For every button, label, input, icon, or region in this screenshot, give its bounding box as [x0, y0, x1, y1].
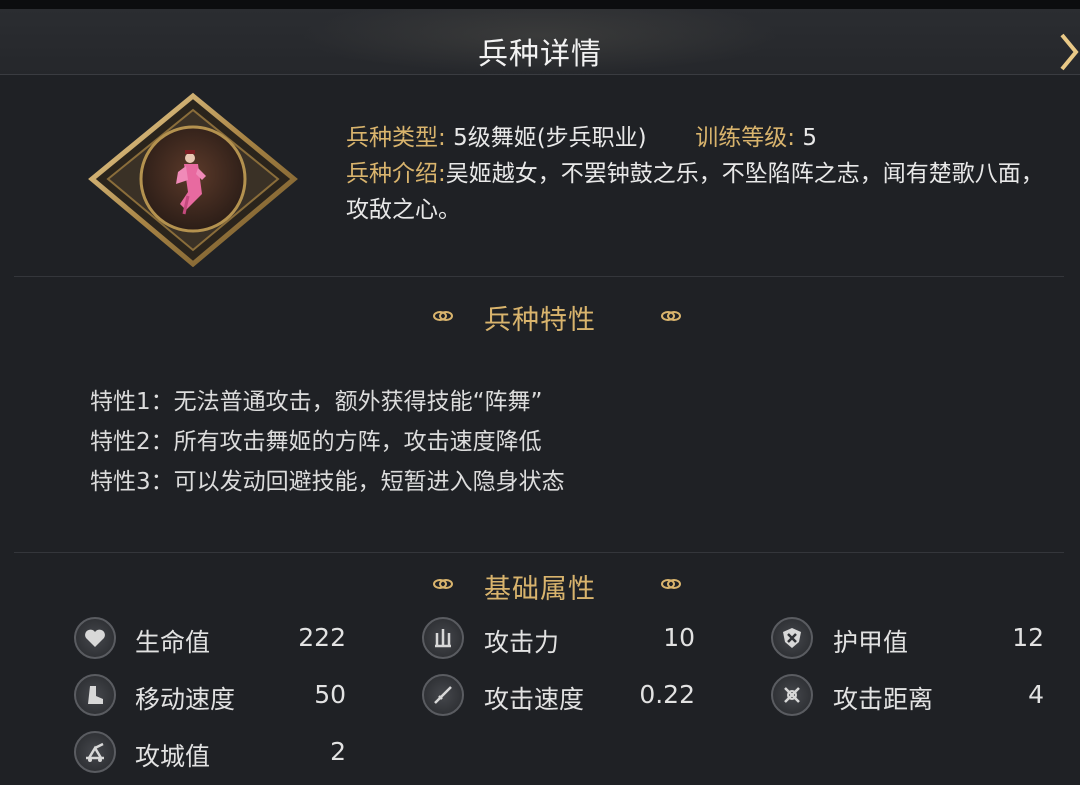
stat-label-hp: 生命值	[135, 628, 211, 657]
close-button[interactable]	[1052, 29, 1080, 75]
unit-intro: 兵种介绍:吴姬越女，不罢钟鼓之乐，不坠陷阵之志，闻有楚歌八面，攻敌之心。	[346, 156, 1056, 228]
unit-intro-label: 兵种介绍:	[346, 161, 446, 187]
header-divider	[0, 74, 1080, 75]
unit-portrait	[88, 92, 298, 268]
unit-type-value: 5级舞姬(步兵职业)	[453, 125, 647, 151]
stat-label-attack: 攻击力	[484, 628, 560, 657]
ornament-icon	[661, 579, 681, 589]
traits-list: 特性1：无法普通攻击，额外获得技能“阵舞” 特性2：所有攻击舞姬的方阵，攻击速度…	[90, 382, 565, 502]
section-divider	[14, 276, 1064, 277]
page-title: 兵种详情	[478, 37, 602, 72]
stat-label-attack-speed: 攻击速度	[484, 685, 585, 714]
stat-value-armor: 12	[1012, 623, 1044, 652]
ornament-icon	[661, 311, 681, 321]
unit-intro-text: 吴姬越女，不罢钟鼓之乐，不坠陷阵之志，闻有楚歌八面，攻敌之心。	[346, 161, 1044, 223]
stat-value-hp: 222	[298, 623, 346, 652]
stat-label-siege: 攻城值	[135, 742, 211, 771]
training-level-value: 5	[802, 125, 817, 151]
boot-icon	[74, 674, 116, 716]
training-level-label: 训练等级:	[695, 125, 796, 151]
unit-type-row: 兵种类型: 5级舞姬(步兵职业) 训练等级: 5	[346, 120, 817, 156]
stat-value-attack-range: 4	[1028, 680, 1044, 709]
attributes-section-title: 基础属性	[484, 574, 596, 605]
unit-type-label: 兵种类型:	[346, 125, 446, 151]
armor-icon	[771, 617, 813, 659]
header-bar: 兵种详情	[0, 9, 1080, 75]
sword-speed-icon	[422, 674, 464, 716]
stat-value-move-speed: 50	[314, 680, 346, 709]
stat-label-move-speed: 移动速度	[135, 685, 236, 714]
trait-item: 特性1：无法普通攻击，额外获得技能“阵舞”	[90, 389, 543, 415]
stat-label-attack-range: 攻击距离	[833, 685, 934, 714]
range-icon	[771, 674, 813, 716]
chevron-right-icon	[1060, 33, 1079, 71]
heart-icon	[74, 617, 116, 659]
attack-icon	[422, 617, 464, 659]
traits-section-title: 兵种特性	[484, 305, 596, 336]
stat-label-armor: 护甲值	[833, 628, 909, 657]
stat-value-siege: 2	[330, 737, 346, 766]
trait-item: 特性3：可以发动回避技能，短暂进入隐身状态	[90, 469, 565, 495]
stat-value-attack-speed: 0.22	[639, 680, 695, 709]
siege-icon	[74, 731, 116, 773]
top-edge	[0, 0, 1080, 9]
section-divider	[14, 552, 1064, 553]
trait-item: 特性2：所有攻击舞姬的方阵，攻击速度降低	[90, 429, 542, 455]
stat-value-attack: 10	[663, 623, 695, 652]
